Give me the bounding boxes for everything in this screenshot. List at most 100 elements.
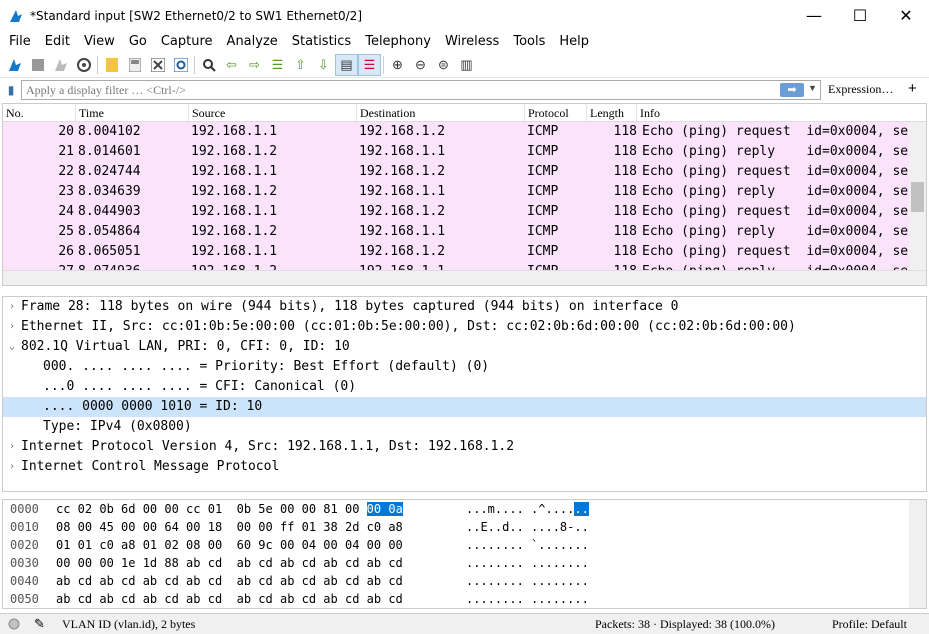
packet-info: Echo (ping) reply id=0x0004, se bbox=[642, 184, 909, 199]
minimize-button[interactable]: — bbox=[791, 0, 837, 31]
apply-filter-arrow-icon[interactable]: ➡ bbox=[780, 83, 804, 97]
menu-capture[interactable]: Capture bbox=[154, 34, 220, 49]
normal-size-icon[interactable]: ⊜ bbox=[432, 54, 455, 76]
bytes-row[interactable]: 0040 ab cd ab cd ab cd ab cd ab cd ab cd … bbox=[3, 572, 926, 590]
column-destination[interactable]: Destination bbox=[357, 104, 525, 121]
tree-item-vlan[interactable]: ⌄ 802.1Q Virtual LAN, PRI: 0, CFI: 0, ID:… bbox=[3, 337, 926, 357]
tree-label: .... 0000 0000 1010 = ID: 10 bbox=[43, 399, 263, 414]
bytes-offset: 0010 bbox=[10, 520, 39, 534]
menu-file[interactable]: File bbox=[2, 34, 38, 49]
menu-statistics[interactable]: Statistics bbox=[285, 34, 358, 49]
packet-info: Echo (ping) request id=0x0004, se bbox=[642, 244, 909, 259]
packet-row[interactable]: 26 8.065051 192.168.1.1 192.168.1.2 ICMP 118 E… bbox=[3, 242, 926, 262]
packet-row[interactable]: 23 8.034639 192.168.1.2 192.168.1.1 ICMP 118 E… bbox=[3, 182, 926, 202]
packet-time: 8.014601 bbox=[78, 144, 141, 159]
menu-go[interactable]: Go bbox=[122, 34, 154, 49]
status-ready-icon[interactable] bbox=[8, 618, 20, 634]
reload-file-icon[interactable] bbox=[169, 54, 192, 76]
status-profile[interactable]: Profile: Default bbox=[832, 617, 907, 632]
close-button[interactable]: ✕ bbox=[883, 0, 929, 31]
find-packet-icon[interactable] bbox=[197, 54, 220, 76]
packet-row[interactable]: 21 8.014601 192.168.1.2 192.168.1.1 ICMP 118 E… bbox=[3, 142, 926, 162]
bytes-row[interactable]: 0050 ab cd ab cd ab cd ab cd ab cd ab cd … bbox=[3, 590, 926, 608]
bytes-row[interactable]: 0020 01 01 c0 a8 01 02 08 00 60 9c 00 04 … bbox=[3, 536, 926, 554]
go-first-packet-icon[interactable]: ⇧ bbox=[289, 54, 312, 76]
zoom-in-icon[interactable]: ⊕ bbox=[386, 54, 409, 76]
packet-list-hscrollbar[interactable] bbox=[3, 270, 926, 285]
tree-label: ...0 .... .... .... = CFI: Canonical (0) bbox=[43, 379, 357, 394]
tree-label: 802.1Q Virtual LAN, PRI: 0, CFI: 0, ID: … bbox=[21, 339, 350, 354]
go-forward-icon[interactable]: ⇨ bbox=[243, 54, 266, 76]
capture-options-icon[interactable] bbox=[72, 54, 95, 76]
scroll-thumb[interactable] bbox=[911, 182, 924, 212]
tree-item-icmp[interactable]: › Internet Control Message Protocol bbox=[3, 457, 926, 477]
packet-row[interactable]: 20 8.004102 192.168.1.1 192.168.1.2 ICMP 118 E… bbox=[3, 122, 926, 142]
column-protocol[interactable]: Protocol bbox=[525, 104, 587, 121]
restart-capture-icon[interactable] bbox=[49, 54, 72, 76]
packet-destination: 192.168.1.2 bbox=[359, 164, 446, 179]
tree-item-type[interactable]: Type: IPv4 (0x0800) bbox=[3, 417, 926, 437]
resize-columns-icon[interactable]: ▥ bbox=[455, 54, 478, 76]
stop-capture-icon[interactable] bbox=[26, 54, 49, 76]
menu-telephony[interactable]: Telephony bbox=[358, 34, 438, 49]
tree-item-cfi[interactable]: ...0 .... .... .... = CFI: Canonical (0) bbox=[3, 377, 926, 397]
tree-item-priority[interactable]: 000. .... .... .... = Priority: Best Eff… bbox=[3, 357, 926, 377]
maximize-button[interactable]: ☐ bbox=[837, 0, 883, 31]
packet-info: Echo (ping) request id=0x0004, se bbox=[642, 124, 909, 139]
packet-info: Echo (ping) request id=0x0004, se bbox=[642, 204, 909, 219]
packet-row[interactable]: 24 8.044903 192.168.1.1 192.168.1.2 ICMP 118 E… bbox=[3, 202, 926, 222]
go-to-packet-icon[interactable]: ☰ bbox=[266, 54, 289, 76]
packet-length: 118 bbox=[613, 124, 637, 139]
menu-wireless[interactable]: Wireless bbox=[438, 34, 506, 49]
bytes-offset: 0050 bbox=[10, 592, 39, 606]
packet-row[interactable]: 25 8.054864 192.168.1.2 192.168.1.1 ICMP 118 E… bbox=[3, 222, 926, 242]
bytes-row[interactable]: 0010 08 00 45 00 00 64 00 18 00 00 ff 01 … bbox=[3, 518, 926, 536]
display-filter-input[interactable]: Apply a display filter … <Ctrl-/> bbox=[21, 80, 821, 100]
colorize-icon[interactable]: ☰ bbox=[358, 53, 381, 76]
menu-tools[interactable]: Tools bbox=[506, 34, 552, 49]
edit-comment-icon[interactable]: ✎ bbox=[34, 616, 45, 632]
packet-row[interactable]: 22 8.024744 192.168.1.1 192.168.1.2 ICMP 118 E… bbox=[3, 162, 926, 182]
filter-history-dropdown-icon[interactable]: ▼ bbox=[808, 83, 817, 93]
tree-item-ip[interactable]: › Internet Protocol Version 4, Src: 192.1… bbox=[3, 437, 926, 457]
packet-no: 24 bbox=[58, 204, 74, 219]
expand-arrow-icon[interactable]: › bbox=[3, 317, 21, 337]
auto-scroll-icon[interactable]: ▤ bbox=[335, 53, 358, 76]
menu-help[interactable]: Help bbox=[552, 34, 596, 49]
close-file-icon[interactable] bbox=[146, 54, 169, 76]
bytes-hex: cc 02 0b 6d 00 00 cc 01 0b 5e 00 00 81 0… bbox=[56, 502, 367, 516]
bytes-row[interactable]: 0000 cc 02 0b 6d 00 00 cc 01 0b 5e 00 00 … bbox=[3, 500, 926, 518]
go-back-icon[interactable]: ⇦ bbox=[220, 54, 243, 76]
save-file-icon[interactable] bbox=[123, 54, 146, 76]
expand-arrow-icon[interactable]: › bbox=[3, 457, 21, 477]
tree-item-ethernet[interactable]: › Ethernet II, Src: cc:01:0b:5e:00:00 (cc… bbox=[3, 317, 926, 337]
collapse-arrow-icon[interactable]: ⌄ bbox=[3, 337, 21, 357]
tree-item-frame[interactable]: › Frame 28: 118 bytes on wire (944 bits),… bbox=[3, 297, 926, 317]
packet-details: › Frame 28: 118 bytes on wire (944 bits),… bbox=[2, 296, 927, 492]
expand-arrow-icon[interactable]: › bbox=[3, 297, 21, 317]
open-file-icon[interactable] bbox=[100, 54, 123, 76]
menu-analyze[interactable]: Analyze bbox=[220, 34, 285, 49]
column-no[interactable]: No. bbox=[3, 104, 76, 121]
status-field-info: VLAN ID (vlan.id), 2 bytes bbox=[62, 617, 196, 631]
column-length[interactable]: Length bbox=[587, 104, 637, 121]
zoom-out-icon[interactable]: ⊖ bbox=[409, 54, 432, 76]
expand-arrow-icon[interactable]: › bbox=[3, 437, 21, 457]
column-info[interactable]: Info bbox=[637, 104, 926, 121]
packet-protocol: ICMP bbox=[527, 204, 559, 219]
go-last-packet-icon[interactable]: ⇩ bbox=[312, 54, 335, 76]
add-filter-button[interactable]: + bbox=[908, 80, 917, 97]
bytes-vscrollbar[interactable] bbox=[909, 500, 926, 608]
column-source[interactable]: Source bbox=[189, 104, 357, 121]
bookmark-icon[interactable]: ▮ bbox=[3, 81, 19, 99]
packet-length: 118 bbox=[613, 144, 637, 159]
packet-source: 192.168.1.1 bbox=[191, 204, 278, 219]
menu-edit[interactable]: Edit bbox=[38, 34, 77, 49]
bytes-row[interactable]: 0030 00 00 00 1e 1d 88 ab cd ab cd ab cd … bbox=[3, 554, 926, 572]
start-capture-icon[interactable] bbox=[3, 54, 26, 76]
tree-item-vlan-id[interactable]: .... 0000 0000 1010 = ID: 10 bbox=[3, 397, 926, 417]
expression-button[interactable]: Expression… bbox=[828, 82, 893, 97]
column-time[interactable]: Time bbox=[76, 104, 189, 121]
menu-view[interactable]: View bbox=[77, 34, 122, 49]
packet-list-vscrollbar[interactable] bbox=[909, 122, 926, 272]
